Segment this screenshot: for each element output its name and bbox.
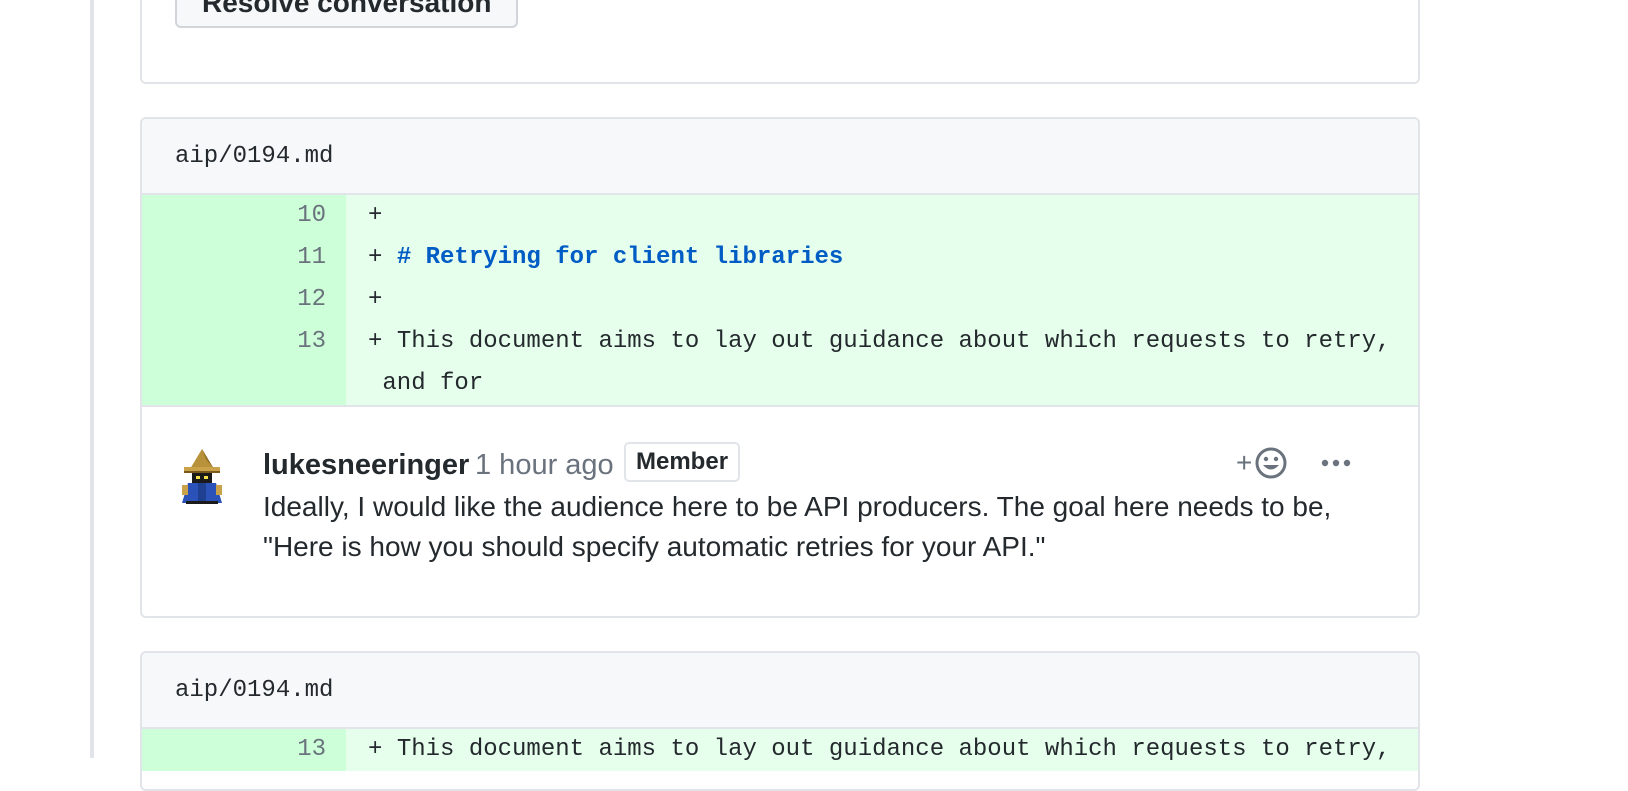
timeline-line [90,0,94,758]
code-text: This document aims to lay out guidance a… [382,328,1391,397]
line-number[interactable]: 13 [142,729,346,771]
code-text: This document aims to lay out guidance a… [396,736,1391,763]
review-thread: aip/0194.md 13 + This document aims to l… [140,651,1420,791]
code-line: + [346,195,1418,237]
diff-prefix: + [368,286,383,313]
wizard-avatar [182,449,222,504]
file-path-header[interactable]: aip/0194.md [142,653,1418,729]
comment-body: Ideally, I would like the audience here … [263,487,1363,567]
diff-line: 13 + This document aims to lay out guida… [142,729,1418,771]
diff-hunk: 10 + 11 + # Retrying for client librarie… [142,195,1418,405]
diff-line: 13 + This document aims to lay out guida… [142,321,1418,405]
diff-prefix: + [368,244,397,271]
comment-text-line: Ideally, I would like the audience here … [263,491,1332,522]
diff-prefix: + [368,736,397,763]
line-number[interactable]: 12 [142,279,346,321]
add-reaction-button[interactable]: + [1236,444,1296,482]
diff-prefix: + [368,202,383,229]
avatar[interactable] [176,447,228,505]
comment-author[interactable]: lukesneeringer [263,447,469,483]
diff-prefix: + [368,328,397,355]
diff-hunk: 13 + This document aims to lay out guida… [142,729,1418,771]
line-number[interactable]: 10 [142,195,346,237]
code-line: + This document aims to lay out guidance… [346,729,1418,771]
diff-line: 12 + [142,279,1418,321]
resolve-conversation-button[interactable]: Resolve conversation [175,0,519,28]
code-line: + This document aims to lay out guidance… [346,321,1418,405]
diff-line: 11 + # Retrying for client libraries [142,237,1418,279]
smiley-icon [1255,447,1287,479]
diff-line: 10 + [142,195,1418,237]
previous-thread-card: Resolve conversation [140,0,1420,84]
author-association-badge: Member [624,442,741,482]
code-line: + [346,279,1418,321]
line-number[interactable]: 13 [142,321,346,405]
more-options-button[interactable] [1318,445,1354,481]
plus-label: + [1236,447,1253,478]
kebab-icon [1321,459,1351,467]
file-path-header[interactable]: aip/0194.md [142,119,1418,195]
review-comment: lukesneeringer 1 hour ago Member + Ideal… [142,405,1418,616]
markdown-heading: # Retrying for client libraries [396,244,844,271]
comment-timestamp[interactable]: 1 hour ago [475,447,614,483]
comment-text-line: "Here is how you should specify automati… [263,531,1046,562]
review-thread: aip/0194.md 10 + 11 + # Retrying for cli… [140,117,1420,618]
code-line: + # Retrying for client libraries [346,237,1418,279]
line-number[interactable]: 11 [142,237,346,279]
